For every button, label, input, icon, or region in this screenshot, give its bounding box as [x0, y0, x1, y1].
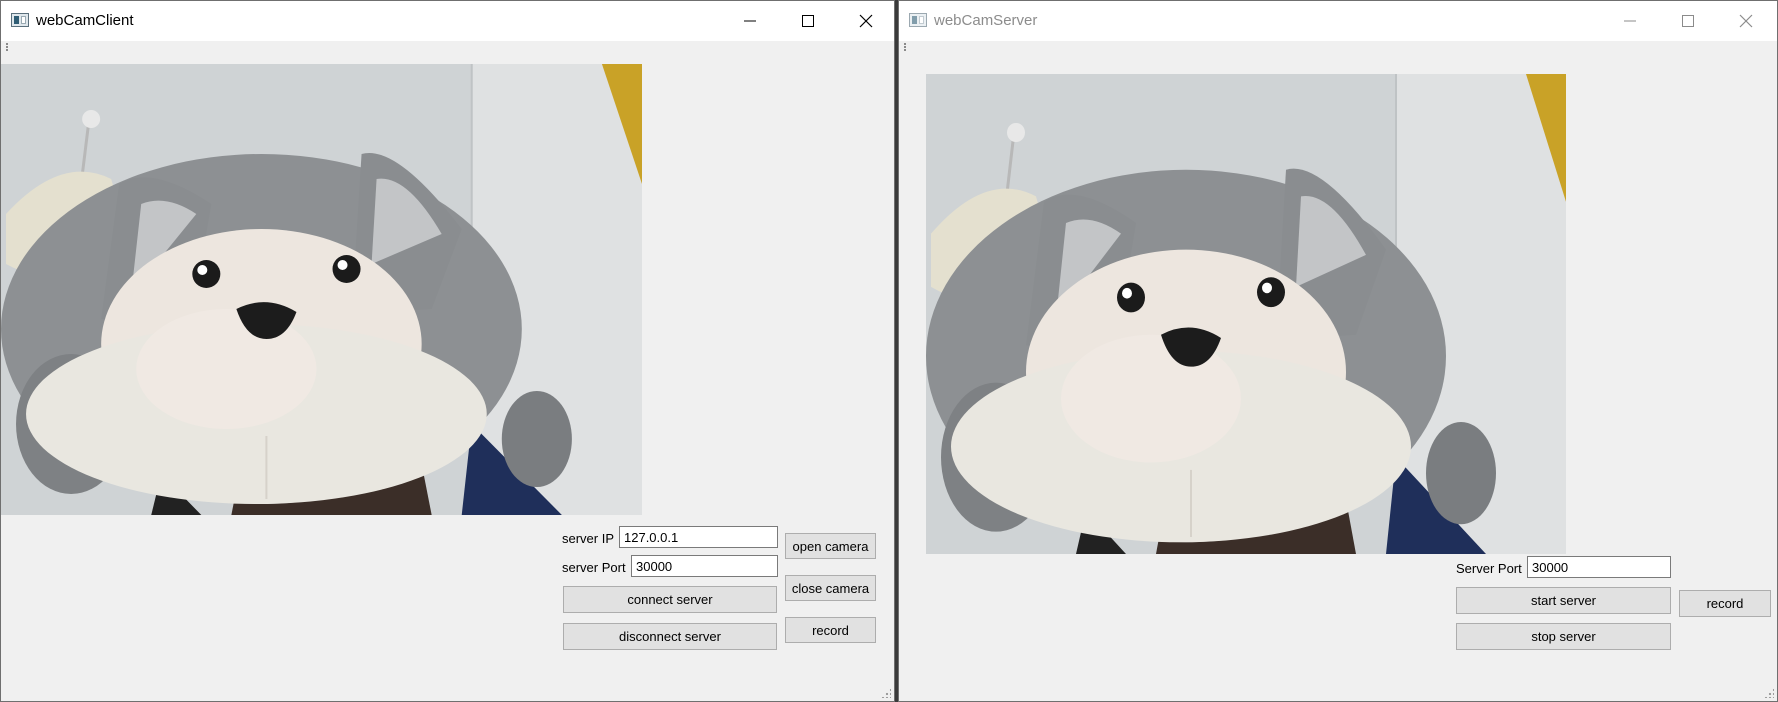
server-port-input[interactable] [1527, 556, 1671, 578]
close-icon [859, 14, 873, 28]
disconnect-server-button[interactable]: disconnect server [563, 623, 777, 650]
server-record-button[interactable]: record [1679, 590, 1771, 617]
client-camera-view [1, 64, 642, 515]
camera-frame-image [926, 74, 1566, 554]
toolbar-grip[interactable] [6, 43, 10, 51]
server-ip-input[interactable] [619, 526, 778, 548]
server-window: webCamServer Server Port start server st… [898, 0, 1778, 702]
resize-grip[interactable] [1764, 688, 1774, 698]
close-icon [1739, 14, 1753, 28]
server-port-input[interactable] [631, 555, 778, 577]
minimize-button[interactable] [721, 1, 779, 41]
app-window-icon [909, 13, 927, 27]
server-port-label: Server Port [1456, 561, 1522, 576]
maximize-icon [1682, 15, 1694, 27]
connect-server-button[interactable]: connect server [563, 586, 777, 613]
close-button[interactable] [1717, 1, 1775, 41]
close-camera-button[interactable]: close camera [785, 575, 876, 601]
server-window-title: webCamServer [934, 12, 1038, 29]
minimize-button[interactable] [1601, 1, 1659, 41]
start-server-button[interactable]: start server [1456, 587, 1671, 614]
maximize-button[interactable] [779, 1, 837, 41]
client-titlebar[interactable]: webCamClient [1, 1, 894, 41]
stop-server-button[interactable]: stop server [1456, 623, 1671, 650]
close-button[interactable] [837, 1, 894, 41]
server-ip-label: server IP [562, 531, 615, 546]
client-window: webCamClient server IP server Port conne… [0, 0, 895, 702]
camera-frame-image [1, 64, 642, 515]
minimize-icon [744, 20, 756, 22]
maximize-button[interactable] [1659, 1, 1717, 41]
resize-grip[interactable] [881, 688, 891, 698]
client-window-title: webCamClient [36, 12, 134, 29]
app-window-icon [11, 13, 29, 27]
server-port-label: server Port [562, 560, 626, 575]
maximize-icon [802, 15, 814, 27]
server-titlebar[interactable]: webCamServer [899, 1, 1777, 41]
server-camera-view [926, 74, 1566, 554]
open-camera-button[interactable]: open camera [785, 533, 876, 559]
toolbar-grip[interactable] [904, 43, 908, 51]
client-record-button[interactable]: record [785, 617, 876, 643]
minimize-icon [1624, 20, 1636, 22]
